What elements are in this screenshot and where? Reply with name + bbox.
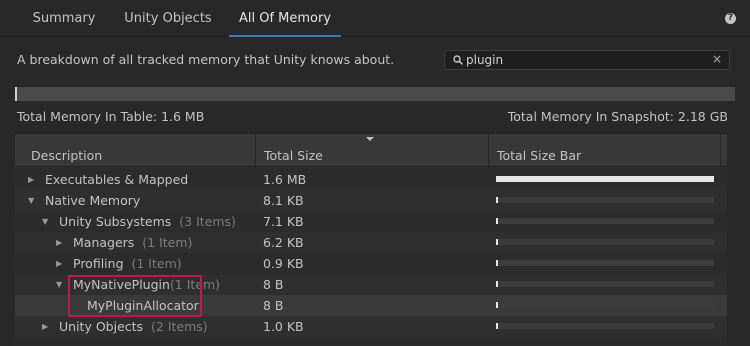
table-row[interactable]: ▶ Executables & Mapped 1.6 MB: [15, 169, 727, 190]
table-row[interactable]: ▼ MyNativePlugin(1 Item) 8 B: [15, 274, 727, 295]
row-size-bar-fill: [496, 260, 498, 266]
row-description: Native Memory: [45, 190, 140, 211]
row-size-bar-fill: [496, 302, 498, 308]
row-total-size: 8.1 KB: [263, 193, 304, 208]
column-divider[interactable]: [488, 134, 489, 167]
row-name: Native Memory: [45, 193, 141, 208]
column-header-total-size-bar[interactable]: Total Size Bar: [497, 134, 697, 167]
column-header-total-size[interactable]: Total Size: [264, 134, 484, 167]
total-memory-in-table: Total Memory In Table: 1.6 MB: [17, 109, 205, 124]
collapsed-arrow-icon[interactable]: ▶: [56, 253, 62, 274]
table-row[interactable]: ▶ Profiling (1 Item) 0.9 KB: [15, 253, 727, 274]
search-field[interactable]: ×: [444, 50, 730, 70]
total-memory-in-snapshot: Total Memory In Snapshot: 2.18 GB: [507, 109, 728, 124]
search-icon: [453, 55, 463, 65]
row-description: Unity Subsystems (3 Items): [59, 211, 236, 232]
page-description: A breakdown of all tracked memory that U…: [17, 52, 395, 67]
row-description: Unity Objects (2 Items): [59, 316, 208, 337]
tab-unity-objects[interactable]: Unity Objects: [122, 0, 214, 37]
row-size-bar-fill: [496, 197, 498, 203]
row-item-count: (1 Item): [138, 235, 193, 250]
collapsed-arrow-icon[interactable]: ▶: [42, 316, 48, 337]
row-size-bar-fill: [496, 281, 498, 287]
row-name: Executables & Mapped: [45, 172, 189, 187]
table-row[interactable]: ▼ Unity Subsystems (3 Items) 7.1 KB: [15, 211, 727, 232]
row-size-bar: [496, 239, 714, 245]
memory-usage-bar: [15, 87, 735, 101]
row-size-bar: [496, 323, 714, 329]
column-header-description[interactable]: Description: [31, 134, 251, 167]
tab-summary[interactable]: Summary: [22, 0, 106, 37]
table-row[interactable]: ▼ Native Memory 8.1 KB: [15, 190, 727, 211]
row-name: MyPluginAllocator: [87, 298, 199, 313]
row-total-size: 6.2 KB: [263, 235, 304, 250]
expanded-arrow-icon[interactable]: ▼: [42, 211, 48, 232]
row-item-count: (3 Items): [175, 214, 236, 229]
row-size-bar-fill: [496, 218, 498, 224]
sort-descending-icon: [366, 137, 374, 141]
tab-all-of-memory[interactable]: All Of Memory: [229, 0, 341, 37]
column-divider[interactable]: [720, 134, 721, 167]
row-name: Unity Objects: [59, 319, 144, 334]
row-size-bar-fill: [496, 239, 498, 245]
row-size-bar: [496, 218, 714, 224]
table-header: Description Total Size Total Size Bar: [15, 134, 727, 167]
row-name: Managers: [73, 235, 135, 250]
row-total-size: 8 B: [263, 298, 284, 313]
row-item-count: (1 Item): [127, 256, 182, 271]
row-total-size: 0.9 KB: [263, 256, 304, 271]
row-size-bar: [496, 176, 714, 182]
row-size-bar-fill: [496, 176, 714, 182]
collapsed-arrow-icon[interactable]: ▶: [56, 232, 62, 253]
table-row[interactable]: MyPluginAllocator 8 B: [15, 295, 727, 316]
search-input[interactable]: [466, 52, 706, 68]
row-size-bar: [496, 197, 714, 203]
expanded-arrow-icon[interactable]: ▼: [56, 274, 62, 295]
row-name: Profiling: [73, 256, 124, 271]
row-description: MyPluginAllocator: [87, 295, 199, 316]
row-description: Profiling (1 Item): [73, 253, 182, 274]
row-item-count: (2 Items): [147, 319, 208, 334]
memory-usage-fill: [15, 87, 17, 101]
row-size-bar: [496, 260, 714, 266]
row-name: MyNativePlugin: [73, 277, 170, 292]
row-description: MyNativePlugin(1 Item): [73, 274, 220, 295]
row-total-size: 1.6 MB: [263, 172, 307, 187]
memory-table: Description Total Size Total Size Bar ▶ E…: [15, 133, 727, 346]
table-row[interactable]: ▶ Managers (1 Item) 6.2 KB: [15, 232, 727, 253]
clear-search-icon[interactable]: ×: [712, 52, 722, 66]
tab-bar: Summary Unity Objects All Of Memory ?: [0, 0, 750, 37]
row-total-size: 7.1 KB: [263, 214, 304, 229]
table-row[interactable]: ▶ Unity Objects (2 Items) 1.0 KB: [15, 316, 727, 337]
row-size-bar-fill: [496, 323, 498, 329]
question-icon[interactable]: ?: [725, 13, 736, 24]
expanded-arrow-icon[interactable]: ▼: [28, 190, 34, 211]
row-item-count: (1 Item): [169, 277, 221, 292]
row-name: Unity Subsystems: [59, 214, 172, 229]
row-size-bar: [496, 281, 714, 287]
row-size-bar: [496, 302, 714, 308]
collapsed-arrow-icon[interactable]: ▶: [28, 169, 34, 190]
row-description: Managers (1 Item): [73, 232, 192, 253]
row-total-size: 8 B: [263, 277, 284, 292]
row-total-size: 1.0 KB: [263, 319, 304, 334]
row-description: Executables & Mapped: [45, 169, 188, 190]
column-divider[interactable]: [255, 134, 256, 167]
